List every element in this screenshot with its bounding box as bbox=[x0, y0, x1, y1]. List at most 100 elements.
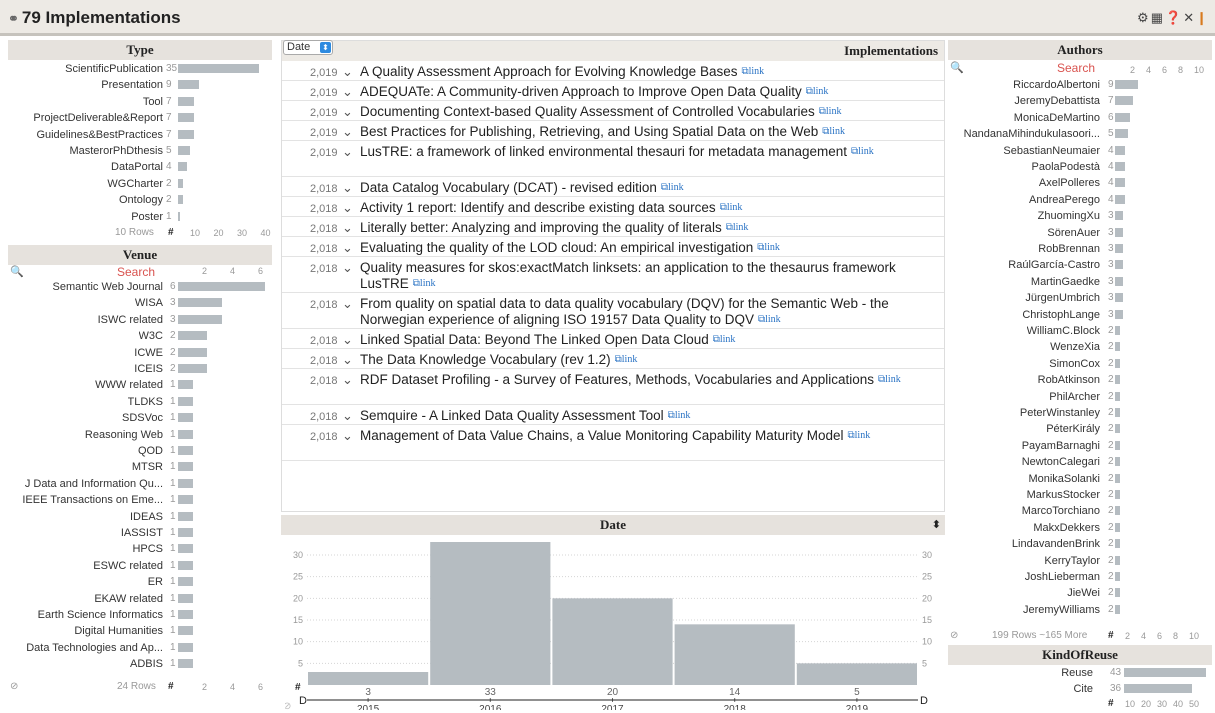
authors-facet-label[interactable]: LindavandenBrink bbox=[1012, 536, 1100, 552]
venue-facet-label[interactable]: TLDKS bbox=[128, 394, 163, 410]
chevron-down-icon[interactable]: ⌄ bbox=[342, 104, 353, 120]
venue-facet-label[interactable]: WWW related bbox=[95, 377, 163, 393]
external-link[interactable]: ⧉link bbox=[806, 86, 829, 97]
external-link[interactable]: ⧉link bbox=[851, 146, 874, 157]
external-link[interactable]: ⧉link bbox=[726, 222, 749, 233]
date-bar[interactable] bbox=[796, 663, 917, 685]
type-facet-label[interactable]: Poster bbox=[131, 209, 163, 225]
external-link[interactable]: ⧉link bbox=[668, 410, 691, 421]
authors-facet-label[interactable]: RiccardoAlbertoni bbox=[1013, 77, 1100, 93]
implementation-row[interactable]: 2,019 ⌄ Best Practices for Publishing, Ret… bbox=[282, 121, 944, 141]
external-link-label[interactable]: link bbox=[885, 374, 901, 385]
external-link-label[interactable]: link bbox=[727, 202, 743, 213]
authors-facet-row[interactable]: RaúlGarcía-Castro 3 bbox=[948, 257, 1212, 273]
updown-icon[interactable]: ⬍ bbox=[320, 42, 331, 53]
external-link-label[interactable]: link bbox=[668, 182, 684, 193]
gear-icon[interactable]: ⚙ bbox=[1137, 10, 1151, 25]
authors-facet-label[interactable]: AndreaPerego bbox=[1029, 192, 1100, 208]
external-link-label[interactable]: link bbox=[826, 106, 842, 117]
authors-facet-row[interactable]: JieWei 2 bbox=[948, 585, 1212, 601]
venue-facet-label[interactable]: HPCS bbox=[132, 541, 163, 557]
external-link-label[interactable]: link bbox=[720, 334, 736, 345]
clear-icon[interactable]: ⊘ bbox=[10, 681, 18, 692]
type-facet-row[interactable]: ScientificPublication 35 bbox=[8, 61, 272, 77]
chevron-down-icon[interactable]: ⌄ bbox=[342, 428, 353, 444]
authors-facet-row[interactable]: KerryTaylor 2 bbox=[948, 553, 1212, 569]
venue-facet-row[interactable]: SDSVoc 1 bbox=[8, 410, 272, 426]
venue-facet-row[interactable]: W3C 2 bbox=[8, 328, 272, 344]
venue-facet-row[interactable]: IASSIST 1 bbox=[8, 525, 272, 541]
venue-facet-label[interactable]: IEEE Transactions on Eme... bbox=[22, 492, 163, 508]
external-link[interactable]: ⧉link bbox=[757, 242, 780, 253]
type-facet-label[interactable]: DataPortal bbox=[111, 159, 163, 175]
type-facet-header[interactable]: Type bbox=[8, 40, 272, 60]
authors-facet-row[interactable]: NandanaMihindukulasoori... 5 bbox=[948, 126, 1212, 142]
authors-facet-row[interactable]: PaolaPodestà 4 bbox=[948, 159, 1212, 175]
implementation-row[interactable]: 2,019 ⌄ Documenting Context-based Quality … bbox=[282, 101, 944, 121]
implementation-row[interactable]: 2,019 ⌄ ADEQUATe: A Community-driven Appro… bbox=[282, 81, 944, 101]
authors-facet-label[interactable]: NandanaMihindukulasoori... bbox=[964, 126, 1100, 142]
venue-facet-row[interactable]: IEEE Transactions on Eme... 1 bbox=[8, 492, 272, 508]
authors-facet-row[interactable]: LindavandenBrink 2 bbox=[948, 536, 1212, 552]
authors-facet-row[interactable]: SebastianNeumaier 4 bbox=[948, 143, 1212, 159]
type-facet-row[interactable]: Presentation 9 bbox=[8, 77, 272, 93]
type-facet-row[interactable]: DataPortal 4 bbox=[8, 159, 272, 175]
venue-facet-label[interactable]: W3C bbox=[139, 328, 163, 344]
authors-facet-label[interactable]: JeremyDebattista bbox=[1014, 93, 1100, 109]
external-link-label[interactable]: link bbox=[829, 126, 845, 137]
authors-facet-row[interactable]: MonicaDeMartino 6 bbox=[948, 110, 1212, 126]
authors-facet-row[interactable]: SimonCox 2 bbox=[948, 356, 1212, 372]
authors-facet-label[interactable]: MarcoTorchiano bbox=[1022, 503, 1100, 519]
venue-facet-label[interactable]: ADBIS bbox=[130, 656, 163, 672]
authors-search-label[interactable]: Search bbox=[1057, 61, 1095, 76]
type-facet-row[interactable]: WGCharter 2 bbox=[8, 176, 272, 192]
type-facet-row[interactable]: ProjectDeliverable&Report 7 bbox=[8, 110, 272, 126]
authors-facet-label[interactable]: ChristophLange bbox=[1022, 307, 1100, 323]
venue-facet-row[interactable]: Reasoning Web 1 bbox=[8, 427, 272, 443]
external-link-label[interactable]: link bbox=[855, 430, 871, 441]
external-link-label[interactable]: link bbox=[858, 146, 874, 157]
venue-facet-label[interactable]: MTSR bbox=[132, 459, 163, 475]
authors-facet-label[interactable]: MakxDekkers bbox=[1033, 520, 1100, 536]
external-link-label[interactable]: link bbox=[420, 278, 436, 289]
implementation-row[interactable]: 2,018 ⌄ Data Catalog Vocabulary (DCAT) - r… bbox=[282, 177, 944, 197]
type-facet-label[interactable]: Tool bbox=[143, 94, 163, 110]
venue-facet-row[interactable]: ER 1 bbox=[8, 574, 272, 590]
venue-facet-row[interactable]: Earth Science Informatics 1 bbox=[8, 607, 272, 623]
authors-facet-label[interactable]: SebastianNeumaier bbox=[1003, 143, 1100, 159]
sort-updown-icon[interactable]: ⬍ bbox=[932, 515, 941, 535]
chevron-down-icon[interactable]: ⌄ bbox=[342, 260, 353, 276]
type-facet-label[interactable]: WGCharter bbox=[107, 176, 163, 192]
venue-facet-label[interactable]: Earth Science Informatics bbox=[38, 607, 163, 623]
venue-facet-row[interactable]: HPCS 1 bbox=[8, 541, 272, 557]
venue-facet-row[interactable]: ICWE 2 bbox=[8, 345, 272, 361]
type-facet-label[interactable]: Presentation bbox=[101, 77, 163, 93]
authors-facet-label[interactable]: MonicaDeMartino bbox=[1014, 110, 1100, 126]
type-facet-label[interactable]: ScientificPublication bbox=[65, 61, 163, 77]
type-facet-row[interactable]: Tool 7 bbox=[8, 94, 272, 110]
date-bar[interactable] bbox=[308, 672, 429, 685]
venue-facet-label[interactable]: Data Technologies and Ap... bbox=[26, 640, 163, 656]
implementation-row[interactable]: 2,018 ⌄ Activity 1 report: Identify and de… bbox=[282, 197, 944, 217]
reuse-facet-row[interactable]: Cite 36 bbox=[948, 681, 1212, 697]
authors-facet-label[interactable]: RobAtkinson bbox=[1038, 372, 1100, 388]
external-link-label[interactable]: link bbox=[675, 410, 691, 421]
venue-search[interactable]: 🔍 Search bbox=[10, 265, 160, 280]
authors-facet-label[interactable]: SimonCox bbox=[1049, 356, 1100, 372]
help-icon[interactable]: ❓ bbox=[1165, 10, 1183, 25]
external-link[interactable]: ⧉link bbox=[713, 334, 736, 345]
type-facet-label[interactable]: MasterorPhDthesis bbox=[69, 143, 163, 159]
venue-facet-label[interactable]: J Data and Information Qu... bbox=[25, 476, 163, 492]
external-link-label[interactable]: link bbox=[749, 66, 765, 77]
brand-logo-icon[interactable]: ❙ bbox=[1196, 10, 1209, 25]
authors-facet-row[interactable]: PhilArcher 2 bbox=[948, 389, 1212, 405]
venue-facet-row[interactable]: Digital Humanities 1 bbox=[8, 623, 272, 639]
venue-facet-row[interactable]: IDEAS 1 bbox=[8, 509, 272, 525]
reuse-facet-label[interactable]: Cite bbox=[1073, 681, 1093, 697]
date-chart-header[interactable]: Date ⬍ bbox=[281, 515, 945, 535]
authors-facet-label[interactable]: JeremyWilliams bbox=[1023, 602, 1100, 618]
authors-facet-row[interactable]: RiccardoAlbertoni 9 bbox=[948, 77, 1212, 93]
venue-facet-row[interactable]: TLDKS 1 bbox=[8, 394, 272, 410]
authors-facet-label[interactable]: RaúlGarcía-Castro bbox=[1008, 257, 1100, 273]
chevron-down-icon[interactable]: ⌄ bbox=[342, 144, 353, 160]
